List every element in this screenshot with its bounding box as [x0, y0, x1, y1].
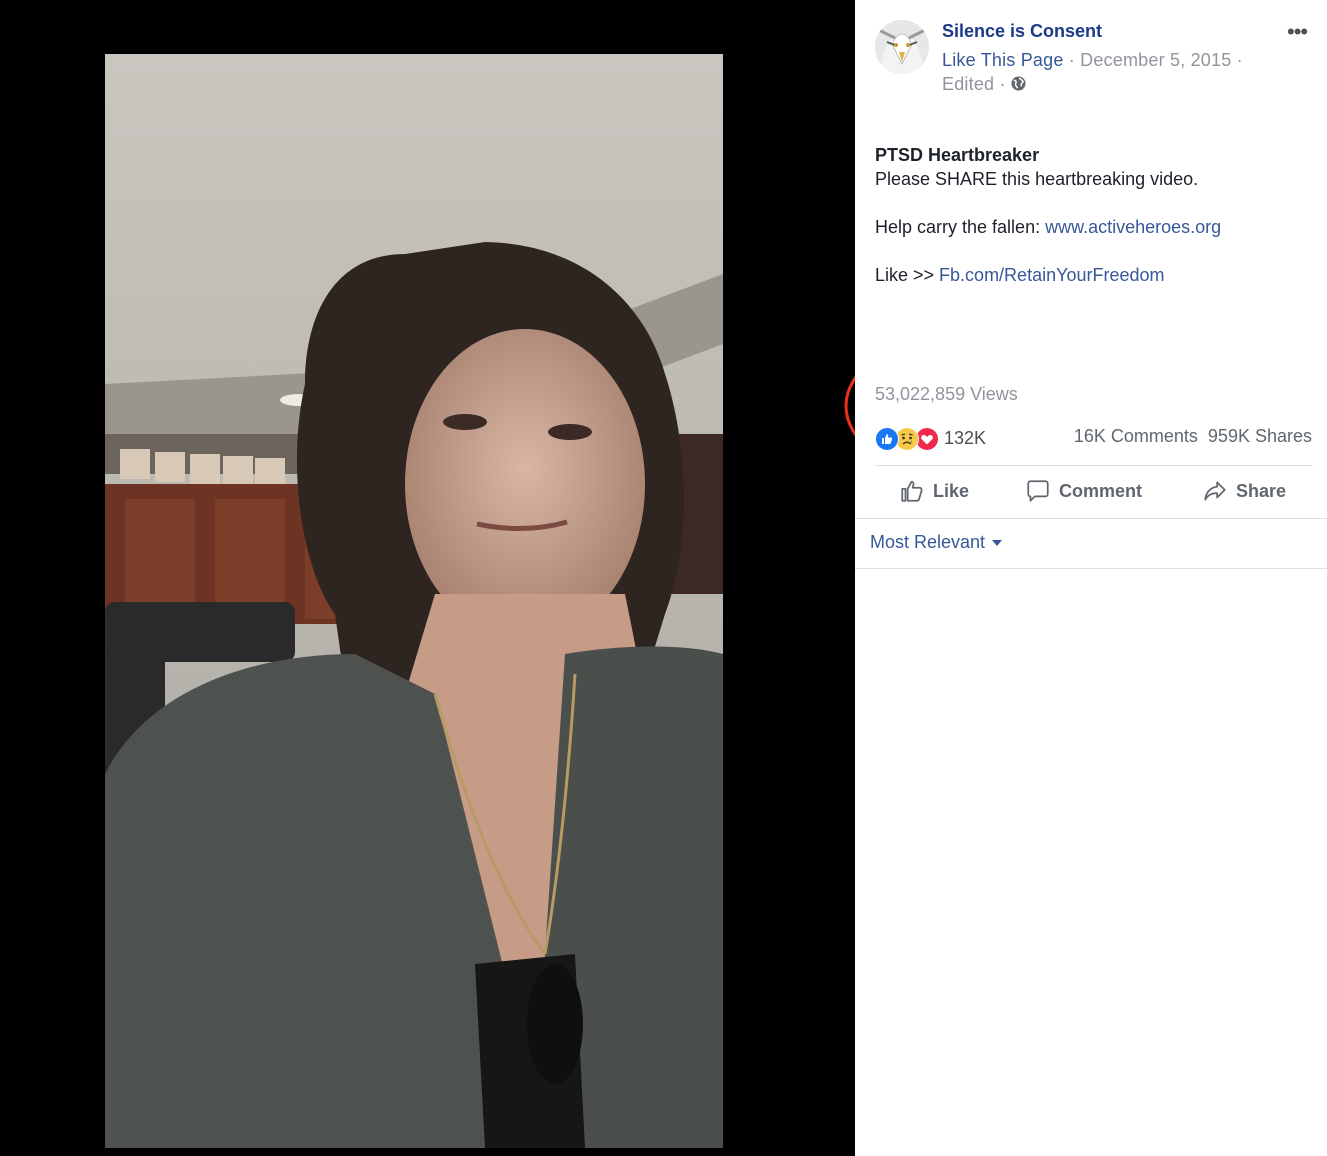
- edited-label[interactable]: Edited: [942, 74, 994, 94]
- help-prefix: Help carry the fallen:: [875, 217, 1046, 237]
- comment-sort-label: Most Relevant: [870, 532, 986, 552]
- like-prefix: Like >>: [875, 265, 940, 285]
- eagle-icon: [875, 20, 929, 74]
- like-line: Like >> Fb.com/RetainYourFreedom: [875, 263, 1315, 287]
- page-avatar[interactable]: [875, 20, 929, 74]
- comment-count-link[interactable]: 16K Comments: [1074, 426, 1198, 446]
- engagement-counts: 16K Comments 959K Shares: [1074, 426, 1312, 447]
- share-button-label: Share: [1236, 480, 1287, 501]
- divider: [875, 465, 1313, 466]
- retainyourfreedom-link[interactable]: Fb.com/RetainYourFreedom: [939, 265, 1164, 285]
- speech-bubble-icon: [1027, 480, 1049, 502]
- meta-separator: ·: [994, 74, 1011, 94]
- comment-sort-dropdown[interactable]: Most Relevant: [870, 532, 1003, 553]
- video-viewer[interactable]: [0, 0, 855, 1156]
- like-button[interactable]: Like: [899, 478, 969, 504]
- post-meta: Like This Page · December 5, 2015 ·: [942, 50, 1243, 71]
- like-button-label: Like: [933, 480, 970, 501]
- share-count-link[interactable]: 959K Shares: [1208, 426, 1312, 446]
- comment-button[interactable]: Comment: [1025, 478, 1142, 504]
- post-body: PTSD Heartbreaker Please SHARE this hear…: [875, 143, 1315, 287]
- like-reaction-icon: [875, 427, 899, 451]
- view-count: 53,022,859 Views: [875, 384, 1018, 404]
- meta-separator: ·: [1063, 50, 1081, 70]
- caret-down-icon: [992, 539, 1003, 546]
- post-meta-second-line: Edited ·: [942, 74, 1026, 95]
- thumbs-up-icon: [901, 480, 923, 502]
- post-date[interactable]: December 5, 2015: [1080, 50, 1231, 70]
- comment-button-label: Comment: [1059, 480, 1143, 501]
- post-panel: Silence is Consent ••• Like This Page · …: [855, 0, 1327, 1156]
- divider: [855, 568, 1327, 569]
- video-player[interactable]: [105, 54, 723, 1148]
- post-body-line: Please SHARE this heartbreaking video.: [875, 169, 1199, 189]
- more-options-icon[interactable]: •••: [1287, 21, 1313, 43]
- post-actions: Like Comment Share: [855, 470, 1327, 512]
- share-arrow-icon: [1204, 481, 1226, 501]
- page-name-link[interactable]: Silence is Consent: [942, 21, 1102, 42]
- divider: [855, 518, 1327, 519]
- video-still-image: [105, 54, 723, 1148]
- meta-separator: ·: [1231, 50, 1243, 70]
- share-button[interactable]: Share: [1202, 478, 1286, 504]
- reaction-count[interactable]: 132K: [944, 428, 986, 449]
- reactions-summary[interactable]: 132K: [875, 425, 986, 451]
- reaction-icons[interactable]: [875, 425, 941, 451]
- post-title: PTSD Heartbreaker: [875, 145, 1040, 165]
- help-line: Help carry the fallen: www.activeheroes.…: [875, 215, 1315, 239]
- like-this-page-link[interactable]: Like This Page: [942, 50, 1064, 70]
- activeheroes-link[interactable]: www.activeheroes.org: [1045, 217, 1221, 237]
- globe-icon[interactable]: [1011, 75, 1026, 91]
